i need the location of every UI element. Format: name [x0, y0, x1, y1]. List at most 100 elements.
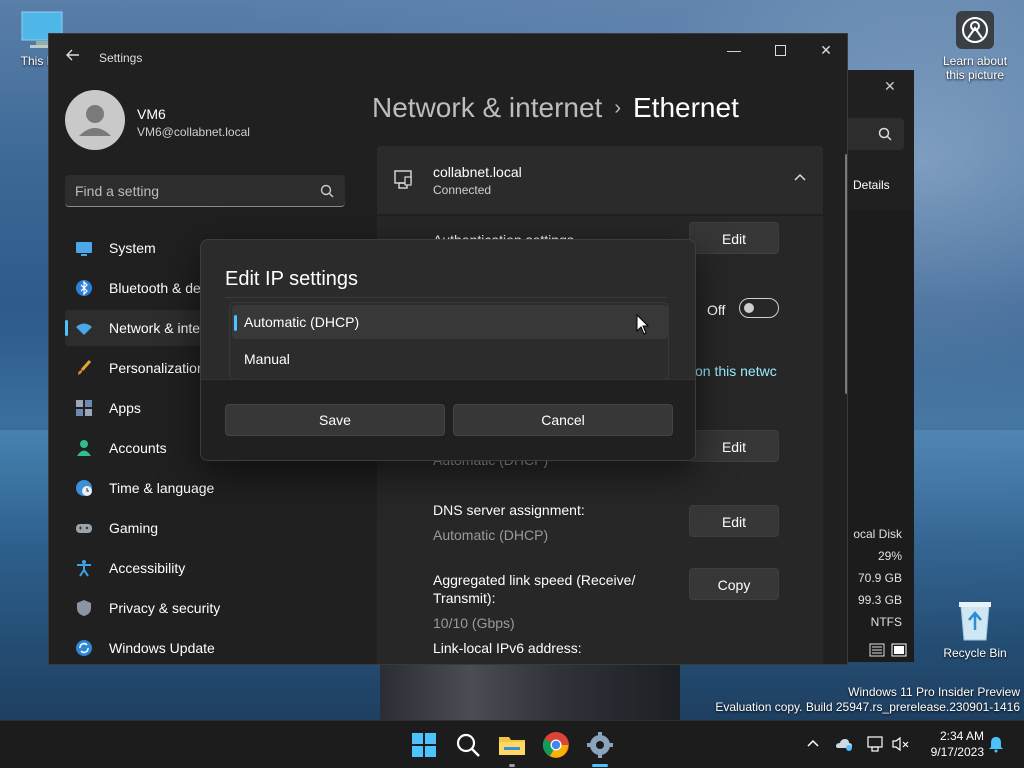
dialog-divider — [225, 297, 667, 298]
desktop-icon-label: Recycle Bin — [943, 646, 1007, 660]
brush-icon — [78, 360, 92, 375]
cancel-button[interactable]: Cancel — [453, 404, 673, 436]
sidebar-item-accessibility[interactable]: Accessibility — [65, 550, 345, 586]
search-box[interactable] — [65, 175, 345, 207]
explorer-search-box[interactable] — [848, 118, 904, 150]
recycle-bin-icon — [955, 598, 995, 642]
watermark-line2: Evaluation copy. Build 25947.rs_prerelea… — [715, 700, 1020, 714]
dns-edit-button[interactable]: Edit — [689, 505, 779, 537]
explorer-percent: 29% — [877, 549, 902, 563]
ethernet-card-header[interactable]: collabnet.local Connected — [377, 146, 823, 214]
edit-ip-dialog[interactable]: Edit IP settings Automatic (DHCP) Manual… — [200, 239, 696, 461]
dropdown-option-automatic[interactable]: Automatic (DHCP) — [232, 305, 668, 339]
explorer-details-button[interactable]: Details — [853, 178, 890, 192]
maximize-icon[interactable] — [757, 34, 803, 66]
notification-bell-icon[interactable] — [986, 734, 1006, 754]
start-windows-icon[interactable] — [408, 729, 440, 761]
taskbar: 2:34 AM 9/17/2023 — [0, 720, 1024, 768]
gamepad-icon — [76, 524, 92, 533]
explorer-filesystem: NTFS — [870, 615, 902, 629]
mouse-cursor-icon — [636, 314, 650, 335]
chevron-up-icon[interactable] — [793, 170, 807, 184]
volume-muted-icon[interactable] — [891, 734, 911, 754]
auth-edit-button[interactable]: Edit — [689, 222, 779, 254]
sidebar-item-label: Gaming — [109, 520, 159, 536]
settings-gear-icon[interactable] — [584, 729, 616, 761]
minimize-icon[interactable]: — — [711, 34, 757, 66]
chevron-right-icon: › — [614, 97, 621, 119]
chrome-icon[interactable] — [540, 729, 572, 761]
details-view-icon[interactable] — [869, 643, 885, 657]
explorer-local-disk: ocal Disk — [853, 527, 902, 541]
ethernet-status: Connected — [433, 183, 492, 197]
tiles-view-icon[interactable] — [891, 643, 907, 657]
sidebar-item-windows-update[interactable]: Windows Update — [65, 630, 345, 664]
dialog-title: Edit IP settings — [225, 268, 359, 290]
sidebar-item-label: Accounts — [109, 440, 167, 456]
copy-button[interactable]: Copy — [689, 568, 779, 600]
camera-circle-icon — [955, 10, 995, 50]
dns-label: DNS server assignment: — [433, 502, 585, 518]
search-icon[interactable] — [452, 729, 484, 761]
search-input[interactable] — [75, 181, 305, 201]
link-speed-label: Aggregated link speed (Receive/ — [433, 572, 636, 588]
sidebar-item-label: Apps — [109, 400, 141, 416]
sidebar-item-gaming[interactable]: Gaming — [65, 510, 345, 546]
save-button[interactable]: Save — [225, 404, 445, 436]
toggle-knob — [744, 303, 754, 313]
dropdown-option-manual[interactable]: Manual — [232, 342, 668, 376]
breadcrumb-parent[interactable]: Network & internet — [372, 92, 602, 123]
link-speed-label-2: Transmit): — [433, 590, 496, 606]
ipv6-label: Link-local IPv6 address: — [433, 640, 582, 656]
clock-time[interactable]: 2:34 AM — [932, 729, 984, 743]
desktop-icon-learn-picture[interactable]: Learn about this picture — [935, 10, 1015, 82]
close-icon[interactable]: ✕ — [803, 34, 847, 66]
apps-icon — [76, 400, 92, 416]
close-icon[interactable]: ✕ — [884, 78, 896, 95]
sidebar-item-privacy[interactable]: Privacy & security — [65, 590, 345, 626]
update-icon — [76, 640, 92, 656]
metered-toggle[interactable] — [739, 298, 779, 318]
explorer-free-space: 70.9 GB — [857, 571, 902, 585]
running-indicator — [509, 764, 515, 767]
sidebar-item-label: System — [109, 240, 156, 256]
clock-date[interactable]: 9/17/2023 — [920, 745, 984, 759]
data-limit-link[interactable]: on this netwc — [695, 363, 777, 379]
evaluation-watermark: Windows 11 Pro Insider Preview Evaluatio… — [715, 685, 1020, 715]
bluetooth-icon — [76, 280, 92, 296]
shield-icon — [77, 600, 91, 616]
sidebar-item-time-language[interactable]: Time & language — [65, 470, 345, 506]
active-indicator — [65, 320, 68, 336]
user-name: VM6 — [137, 106, 166, 122]
avatar[interactable] — [65, 90, 125, 150]
explorer-window[interactable]: ✕ Details ocal Disk 29% 70.9 GB 99.3 GB … — [848, 70, 914, 662]
search-icon — [878, 127, 892, 141]
selected-indicator — [234, 315, 237, 331]
ip-mode-dropdown[interactable]: Automatic (DHCP) Manual — [229, 302, 669, 380]
search-icon[interactable] — [319, 183, 335, 199]
onedrive-icon[interactable] — [834, 734, 854, 754]
scrollbar[interactable] — [845, 154, 847, 394]
ethernet-name: collabnet.local — [433, 164, 522, 180]
dns-value: Automatic (DHCP) — [433, 527, 549, 543]
person-icon — [77, 440, 91, 456]
sidebar-item-label: Accessibility — [109, 560, 186, 576]
back-arrow-icon[interactable] — [61, 46, 85, 70]
monitor-icon — [76, 242, 92, 256]
accessibility-icon — [77, 560, 91, 577]
ethernet-icon — [394, 170, 412, 189]
page-title: Ethernet — [633, 92, 739, 123]
metered-toggle-label: Off — [707, 302, 726, 318]
active-app-indicator — [592, 764, 608, 767]
ip-edit-button[interactable]: Edit — [689, 430, 779, 462]
option-label: Manual — [244, 351, 290, 367]
link-speed-value: 10/10 (Gbps) — [433, 615, 515, 631]
chevron-up-icon[interactable] — [803, 734, 823, 754]
globe-clock-icon — [76, 480, 92, 496]
sidebar-item-label: Privacy & security — [109, 600, 221, 616]
option-label: Automatic (DHCP) — [244, 314, 360, 330]
desktop-icon-recycle-bin[interactable]: Recycle Bin — [935, 598, 1015, 660]
network-icon[interactable] — [866, 734, 886, 754]
user-email: VM6@collabnet.local — [137, 125, 250, 139]
file-explorer-icon[interactable] — [496, 729, 528, 761]
